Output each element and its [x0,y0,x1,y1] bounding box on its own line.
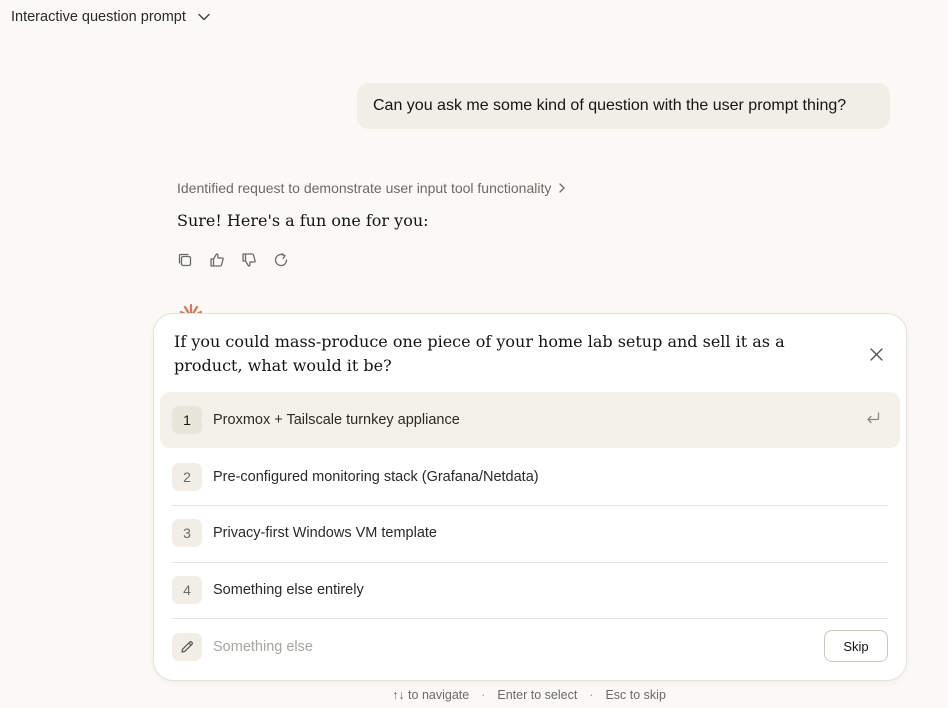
user-message-bubble: Can you ask me some kind of question wit… [357,83,890,129]
copy-icon [178,253,192,267]
thinking-summary-toggle[interactable]: Identified request to demonstrate user i… [177,180,565,196]
retry-icon [274,253,288,267]
thumbs-up-icon [210,253,224,267]
option-number: 4 [172,576,202,604]
message-actions [176,251,290,269]
close-icon [869,347,883,361]
chevron-down-icon [198,13,210,21]
option-2[interactable]: 2 Pre-configured monitoring stack (Grafa… [160,449,900,505]
question-text: If you could mass-produce one piece of y… [174,332,785,375]
retry-button[interactable] [272,251,290,269]
hint-skip: Esc to skip [605,688,666,702]
skip-button[interactable]: Skip [824,630,888,662]
option-1[interactable]: 1 Proxmox + Tailscale turnkey appliance [160,392,900,448]
copy-button[interactable] [176,251,194,269]
conversation-title: Interactive question prompt [11,9,186,25]
hint-separator: · [481,688,486,702]
thumbs-up-button[interactable] [208,251,226,269]
pencil-icon-badge [172,633,202,661]
option-label: Something else entirely [213,582,364,598]
option-number: 2 [172,463,202,491]
hint-select: Enter to select [497,688,578,702]
conversation-title-menu[interactable]: Interactive question prompt [11,9,210,25]
chat-page: Interactive question prompt Can you ask … [0,0,948,708]
thinking-summary-text: Identified request to demonstrate user i… [177,180,552,196]
option-label: Proxmox + Tailscale turnkey appliance [213,412,460,428]
close-question-button[interactable] [868,346,884,362]
option-3[interactable]: 3 Privacy-first Windows VM template [160,505,900,561]
user-message-text: Can you ask me some kind of question wit… [373,97,847,114]
free-text-input[interactable] [213,639,773,655]
keyboard-hints: ↑↓ to navigate · Enter to select · Esc t… [0,688,948,702]
thumbs-down-button[interactable] [240,251,258,269]
hint-navigate: ↑↓ to navigate [392,688,470,702]
free-text-row: Skip [160,619,900,675]
option-number: 3 [172,519,202,547]
enter-key-icon [867,412,880,424]
thumbs-down-icon [242,253,256,267]
hint-separator: · [589,688,594,702]
option-label: Pre-configured monitoring stack (Grafana… [213,469,539,485]
chevron-right-icon [559,183,565,193]
pencil-icon [181,641,193,653]
option-number: 1 [172,406,202,434]
question-card: If you could mass-produce one piece of y… [153,313,907,681]
option-4[interactable]: 4 Something else entirely [160,562,900,618]
assistant-message-text: Sure! Here's a fun one for you: [177,211,429,230]
option-label: Privacy-first Windows VM template [213,525,437,541]
